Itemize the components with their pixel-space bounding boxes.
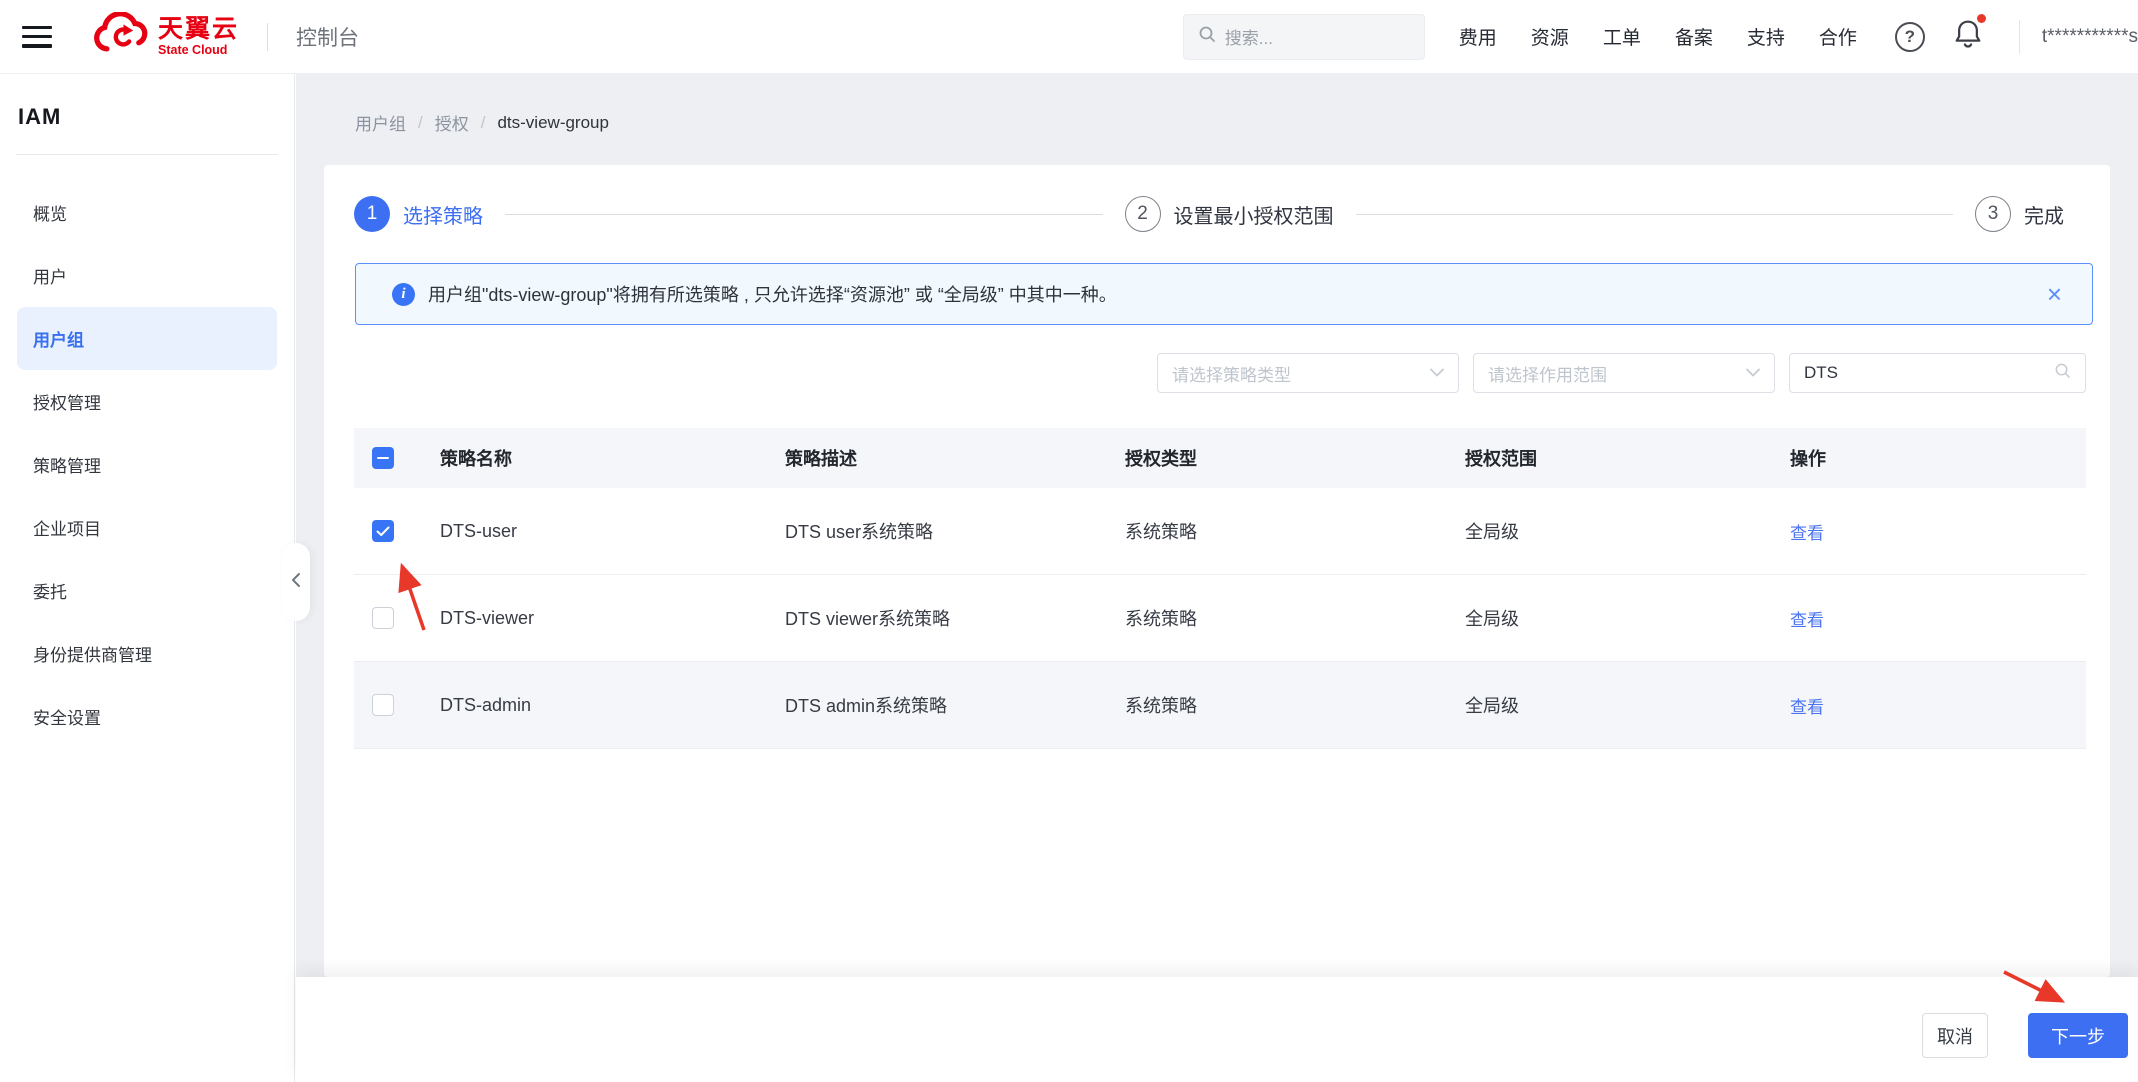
step-1-select-policy: 1 选择策略 <box>354 196 483 232</box>
nav-item-billing[interactable]: 费用 <box>1459 23 1497 50</box>
step-indicator: 1 选择策略 2 设置最小授权范围 3 完成 <box>324 196 2110 232</box>
search-icon <box>1198 25 1216 48</box>
nav-item-support[interactable]: 支持 <box>1747 23 1785 50</box>
nav-item-resources[interactable]: 资源 <box>1531 23 1569 50</box>
help-icon[interactable]: ? <box>1894 21 1925 52</box>
sidebar-item-users[interactable]: 用户 <box>17 244 277 307</box>
header-divider <box>267 22 269 51</box>
policy-search-input[interactable]: DTS <box>1789 353 2086 393</box>
search-icon <box>2054 362 2071 384</box>
notification-badge <box>1976 14 1986 23</box>
brand-name-cn: 天翼云 <box>158 14 240 43</box>
header-nav: 费用 资源 工单 备案 支持 合作 <box>1459 23 1857 50</box>
breadcrumb-separator: / <box>480 112 486 132</box>
row-checkbox-dts-user[interactable] <box>372 520 394 542</box>
next-step-button[interactable]: 下一步 <box>2028 1013 2128 1058</box>
sidebar-item-delegation[interactable]: 委托 <box>17 559 277 622</box>
main-content: 用户组 / 授权 / dts-view-group 1 选择策略 2 设置最小授… <box>296 74 2138 977</box>
view-link-dts-viewer[interactable]: 查看 <box>1790 611 1824 630</box>
nav-item-filing[interactable]: 备案 <box>1675 23 1713 50</box>
step-1-circle: 1 <box>354 196 390 232</box>
row-checkbox-dts-viewer[interactable] <box>372 607 394 629</box>
sidebar-collapse-handle[interactable] <box>282 543 310 621</box>
cloud-logo-icon <box>92 11 148 61</box>
account-username[interactable]: t***********s <box>2042 26 2138 48</box>
info-icon: i <box>392 282 415 306</box>
step-3-circle: 3 <box>1975 196 2011 232</box>
view-link-dts-admin[interactable]: 查看 <box>1790 698 1824 717</box>
header-divider-2 <box>2018 19 2020 54</box>
info-banner: i 用户组"dts-view-group"将拥有所选策略 , 只允许选择“资源池… <box>355 263 2093 325</box>
sidebar-item-overview[interactable]: 概览 <box>17 181 277 244</box>
top-header: 天翼云 State Cloud 控制台 搜索... 费用 资源 工单 备案 支持… <box>0 0 2138 74</box>
sidebar-item-authorization[interactable]: 授权管理 <box>17 370 277 433</box>
global-search-placeholder: 搜索... <box>1224 29 1273 48</box>
column-policy-desc: 策略描述 <box>785 449 857 469</box>
chevron-down-icon <box>1430 364 1444 382</box>
sidebar-item-enterprise-projects[interactable]: 企业项目 <box>17 496 277 559</box>
hamburger-menu-icon[interactable] <box>22 25 52 48</box>
breadcrumb-current: dts-view-group <box>497 112 609 132</box>
row-checkbox-dts-admin[interactable] <box>372 694 394 716</box>
info-banner-text: 用户组"dts-view-group"将拥有所选策略 , 只允许选择“资源池” … <box>428 285 1117 305</box>
step-2-set-scope: 2 设置最小授权范围 <box>1124 196 1334 232</box>
notification-bell-icon[interactable] <box>1953 14 1986 55</box>
brand-name-en: State Cloud <box>158 43 228 58</box>
cancel-button[interactable]: 取消 <box>1922 1013 1988 1058</box>
step-3-finish: 3 完成 <box>1975 196 2064 232</box>
filter-bar: 请选择策略类型 请选择作用范围 DTS <box>324 353 2086 393</box>
chevron-down-icon <box>1746 364 1760 382</box>
sidebar-item-identity-providers[interactable]: 身份提供商管理 <box>17 622 277 685</box>
policy-table: 策略名称 策略描述 授权类型 授权范围 操作 DTS-user DTS user… <box>354 428 2086 749</box>
breadcrumb-separator: / <box>418 112 423 132</box>
table-row: DTS-viewer DTS viewer系统策略 系统策略 全局级 查看 <box>354 575 2086 662</box>
table-header-row: 策略名称 策略描述 授权类型 授权范围 操作 <box>354 428 2086 488</box>
column-auth-scope: 授权范围 <box>1465 449 1537 469</box>
table-row: DTS-user DTS user系统策略 系统策略 全局级 查看 <box>354 488 2086 575</box>
global-search-input[interactable]: 搜索... <box>1182 13 1425 60</box>
breadcrumb-authorize[interactable]: 授权 <box>435 110 469 135</box>
step-connector <box>1355 213 1953 215</box>
brand-logo[interactable]: 天翼云 State Cloud <box>92 11 240 61</box>
table-row: DTS-admin DTS admin系统策略 系统策略 全局级 查看 <box>354 662 2086 749</box>
nav-item-tickets[interactable]: 工单 <box>1603 23 1641 50</box>
nav-item-cooperation[interactable]: 合作 <box>1819 23 1857 50</box>
breadcrumb-user-groups[interactable]: 用户组 <box>355 110 406 135</box>
sidebar-menu: 概览 用户 用户组 授权管理 策略管理 企业项目 委托 身份提供商管理 安全设置 <box>0 181 294 748</box>
wizard-card: 1 选择策略 2 设置最小授权范围 3 完成 i 用户组"dts-view-gr… <box>324 165 2110 977</box>
step-connector <box>505 213 1103 215</box>
view-link-dts-user[interactable]: 查看 <box>1790 524 1824 543</box>
column-auth-type: 授权类型 <box>1125 449 1197 469</box>
sidebar: IAM 概览 用户 用户组 授权管理 策略管理 企业项目 委托 身份提供商管理 … <box>0 74 295 1082</box>
chevron-left-icon <box>291 572 301 593</box>
breadcrumb: 用户组 / 授权 / dts-view-group <box>355 110 609 135</box>
sidebar-item-security-settings[interactable]: 安全设置 <box>17 685 277 748</box>
sidebar-item-policies[interactable]: 策略管理 <box>17 433 277 496</box>
console-title: 控制台 <box>296 26 360 50</box>
sidebar-item-user-groups[interactable]: 用户组 <box>17 307 277 370</box>
step-2-circle: 2 <box>1124 196 1161 232</box>
policy-type-select[interactable]: 请选择策略类型 <box>1157 353 1459 393</box>
sidebar-title: IAM <box>18 104 62 129</box>
column-actions: 操作 <box>1790 449 1826 469</box>
scope-select[interactable]: 请选择作用范围 <box>1473 353 1775 393</box>
wizard-footer: 取消 下一步 <box>296 977 2138 1082</box>
close-icon[interactable]: × <box>2041 281 2068 307</box>
column-policy-name: 策略名称 <box>440 449 512 469</box>
sidebar-divider <box>16 154 278 155</box>
select-all-checkbox[interactable] <box>372 447 394 469</box>
